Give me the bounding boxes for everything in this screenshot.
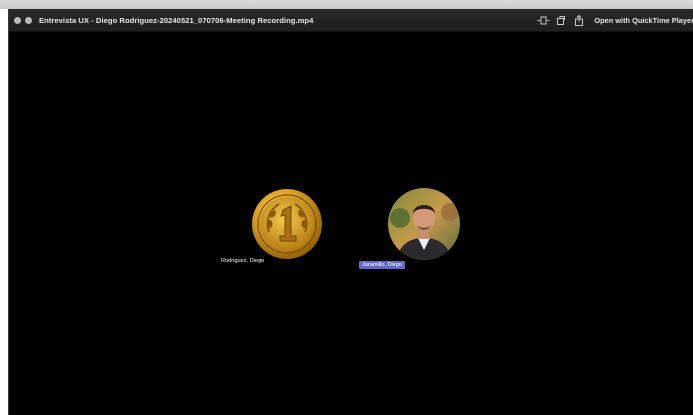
fullscreen-window-button[interactable] — [25, 16, 32, 24]
quick-look-window: Entrevista UX - Diego Rodriguez-20240521… — [8, 9, 693, 415]
title-bar-actions: Open with QuickTime Player — [534, 9, 693, 31]
participant-name: Rodriguez, Diego — [221, 258, 265, 264]
participant-tile: Jaramillo, Diego — [359, 188, 469, 270]
open-with-quicktime-button[interactable]: Open with QuickTime Player — [594, 16, 693, 25]
screen: Entrevista UX - Diego Rodriguez-20240521… — [0, 0, 693, 415]
rotate-icon[interactable] — [552, 9, 570, 31]
adjust-icon[interactable] — [534, 9, 552, 31]
video-frame[interactable]: Rodriguez, Diego Jaramillo, Diego — [9, 32, 693, 415]
gold-medal-avatar — [251, 188, 323, 260]
desktop-strip — [0, 0, 693, 9]
active-speaker-name: Jaramillo, Diego — [359, 261, 406, 269]
close-window-button[interactable] — [14, 16, 21, 24]
title-bar: Entrevista UX - Diego Rodriguez-20240521… — [9, 9, 693, 32]
person-photo-avatar — [388, 188, 460, 260]
window-title: Entrevista UX - Diego Rodriguez-20240521… — [39, 15, 314, 25]
participant-tile: Rodriguez, Diego — [221, 188, 322, 268]
share-icon[interactable] — [570, 9, 588, 31]
window-controls — [14, 16, 32, 24]
